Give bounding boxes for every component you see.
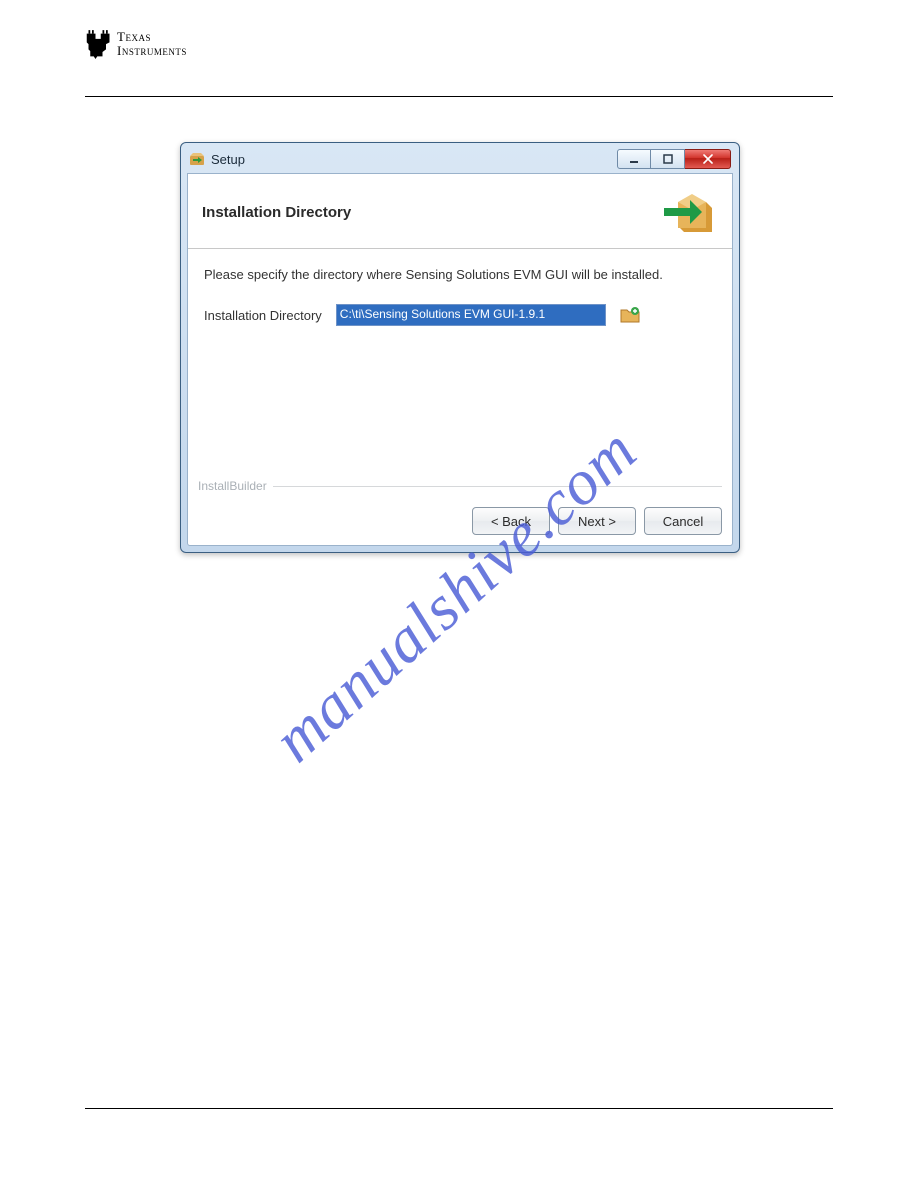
close-button[interactable]: [685, 149, 731, 169]
directory-input-wrap: C:\ti\Sensing Solutions EVM GUI-1.9.1: [336, 304, 606, 326]
installbuilder-line: InstallBuilder: [188, 479, 732, 497]
minimize-icon: [629, 154, 639, 164]
wizard-header: Installation Directory: [188, 174, 732, 249]
browse-folder-icon[interactable]: [620, 306, 640, 324]
maximize-button[interactable]: [651, 149, 685, 169]
minimize-button[interactable]: [617, 149, 651, 169]
next-button[interactable]: Next >: [558, 507, 636, 535]
rule-top: [85, 96, 833, 97]
maximize-icon: [663, 154, 673, 164]
window-title: Setup: [211, 152, 617, 167]
installbuilder-label: InstallBuilder: [198, 479, 267, 493]
cancel-button[interactable]: Cancel: [644, 507, 722, 535]
rule-bottom: [85, 1108, 833, 1109]
directory-input[interactable]: [336, 304, 606, 326]
ti-chip-icon: [85, 30, 113, 60]
window-controls: [617, 149, 731, 169]
builder-rule: [273, 486, 722, 487]
titlebar: Setup: [187, 149, 733, 173]
ti-logo-line1: Texas: [117, 30, 187, 44]
package-arrow-icon: [662, 188, 718, 236]
setup-app-icon: [189, 151, 205, 167]
wizard-body: Please specify the directory where Sensi…: [188, 249, 732, 479]
ti-logo: Texas Instruments: [85, 30, 187, 60]
installer-window: Setup Installation Directory: [180, 142, 740, 553]
ti-logo-line2: Instruments: [117, 44, 187, 58]
directory-row: Installation Directory C:\ti\Sensing Sol…: [204, 304, 716, 326]
directory-label: Installation Directory: [204, 308, 322, 323]
wizard-footer: < Back Next > Cancel: [188, 497, 732, 545]
back-button[interactable]: < Back: [472, 507, 550, 535]
prompt-text: Please specify the directory where Sensi…: [204, 267, 716, 282]
close-icon: [702, 154, 714, 164]
ti-logo-text: Texas Instruments: [117, 30, 187, 57]
client-area: Installation Directory Please specify th…: [187, 173, 733, 546]
wizard-title: Installation Directory: [202, 204, 351, 221]
